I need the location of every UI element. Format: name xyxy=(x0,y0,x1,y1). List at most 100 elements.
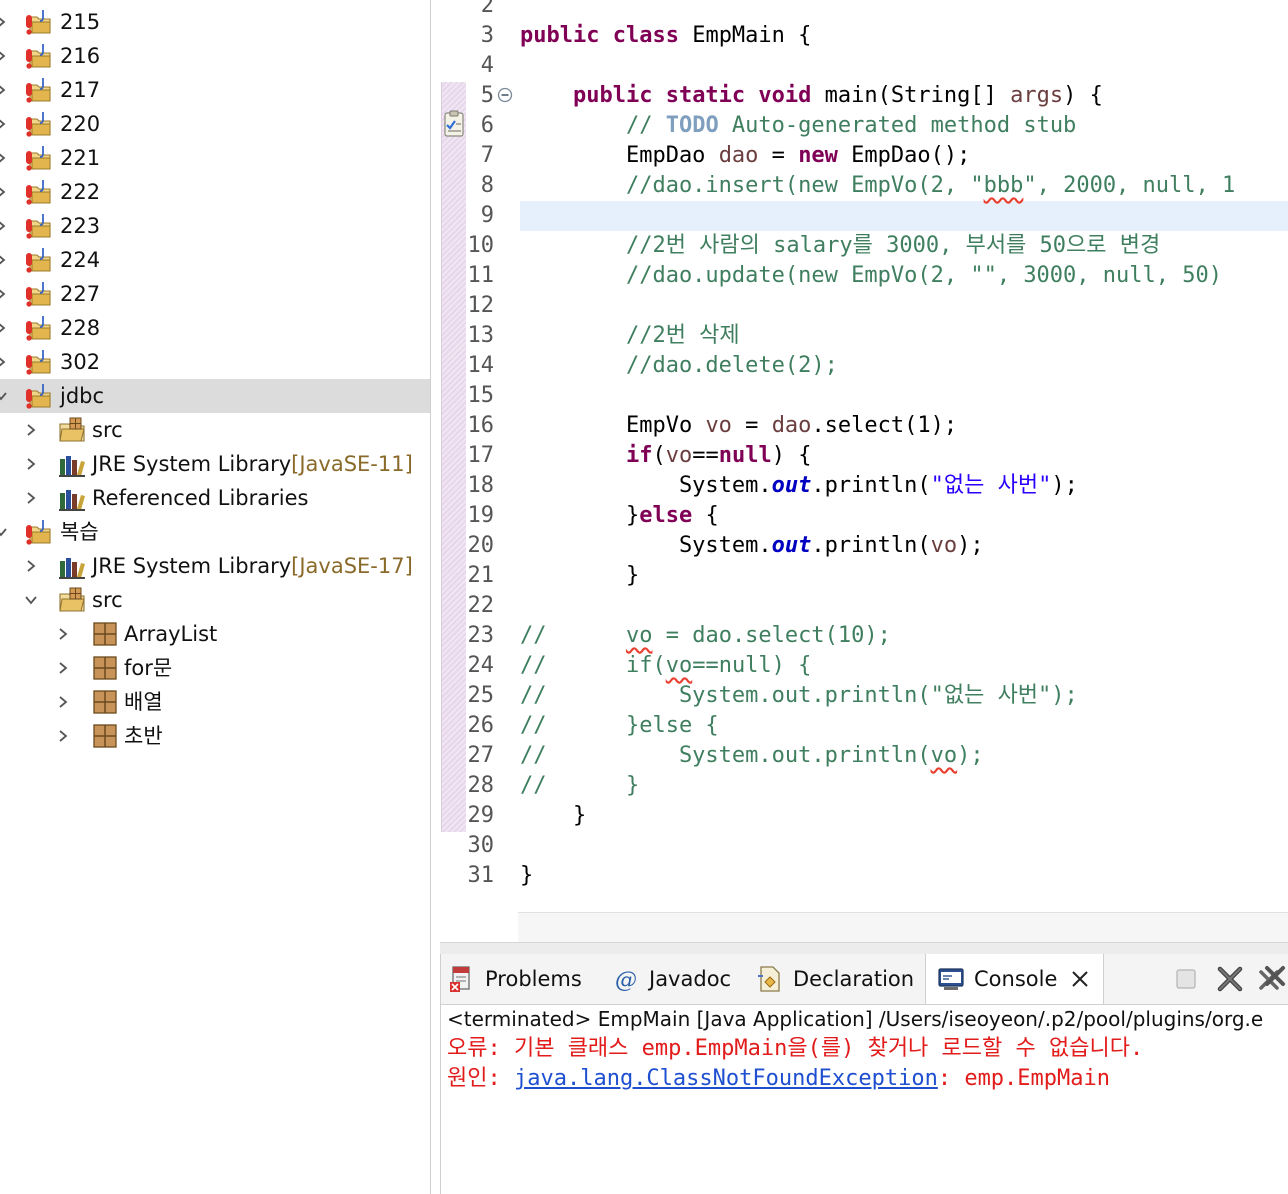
chevron-right-icon[interactable] xyxy=(56,695,70,709)
code-line[interactable]: public static void main(String[] args) { xyxy=(520,81,1103,111)
code-line[interactable]: // TODO Auto-generated method stub xyxy=(520,111,1076,141)
line-number: 22 xyxy=(467,593,495,618)
tree-item[interactable]: 217 xyxy=(0,73,430,107)
chevron-right-icon[interactable] xyxy=(0,49,8,63)
collapse-icon[interactable] xyxy=(497,87,513,103)
tree-item[interactable]: 223 xyxy=(0,209,430,243)
code-token: dao xyxy=(718,143,759,168)
tree-item[interactable]: 배열 xyxy=(0,685,430,719)
tree-item[interactable]: src xyxy=(0,413,430,447)
tree-item-label: 220 xyxy=(60,112,101,136)
line-number: 2 xyxy=(480,0,494,18)
explorer-divider[interactable] xyxy=(430,0,431,1194)
tree-item[interactable]: src xyxy=(0,583,430,617)
tab-console[interactable]: Console xyxy=(925,954,1105,1004)
code-line[interactable]: } xyxy=(520,801,586,831)
tree-item[interactable]: 227 xyxy=(0,277,430,311)
tree-item[interactable]: 221 xyxy=(0,141,430,175)
line-number: 31 xyxy=(467,863,495,888)
code-line[interactable]: public class EmpMain { xyxy=(520,21,811,51)
code-token: == xyxy=(692,443,719,468)
tree-item[interactable]: 228 xyxy=(0,311,430,345)
chevron-right-icon[interactable] xyxy=(56,661,70,675)
chevron-right-icon[interactable] xyxy=(0,287,8,301)
chevron-right-icon[interactable] xyxy=(56,627,70,641)
remove-launch-button[interactable] xyxy=(1215,964,1245,994)
chevron-right-icon[interactable] xyxy=(0,253,8,267)
code-token: EmpDao xyxy=(520,143,719,168)
tree-item[interactable]: 220 xyxy=(0,107,430,141)
chevron-right-icon[interactable] xyxy=(0,219,8,233)
panel-tab-bar: Problems @ Javadoc Declaration Console xyxy=(441,954,1288,1005)
tree-item[interactable]: 222 xyxy=(0,175,430,209)
code-token: else xyxy=(639,503,693,528)
chevron-right-icon[interactable] xyxy=(24,423,38,437)
tree-item[interactable]: jdbc xyxy=(0,379,430,413)
code-line[interactable]: //2번 사람의 salary를 3000, 부서를 50으로 변경 xyxy=(520,231,1160,261)
tab-javadoc[interactable]: @ Javadoc xyxy=(611,954,731,1004)
code-line[interactable]: if(vo==null) { xyxy=(520,441,811,471)
remove-all-button[interactable] xyxy=(1257,964,1287,994)
java-project-error-icon xyxy=(24,143,54,173)
tree-item[interactable]: 215 xyxy=(0,5,430,39)
chevron-right-icon[interactable] xyxy=(24,559,38,573)
code-line[interactable]: System.out.println(vo); xyxy=(520,531,984,561)
tree-item[interactable]: 302 xyxy=(0,345,430,379)
code-editor[interactable]: 2 3 public class EmpMain {4 5 public static… xyxy=(440,0,1288,942)
code-line[interactable]: //dao.insert(new EmpVo(2, "bbb", 2000, n… xyxy=(520,171,1235,201)
code-line[interactable]: //2번 삭제 xyxy=(520,321,740,351)
chevron-right-icon[interactable] xyxy=(0,15,8,29)
tree-item[interactable]: 224 xyxy=(0,243,430,277)
task-marker-icon[interactable] xyxy=(442,110,466,138)
chevron-right-icon[interactable] xyxy=(0,355,8,369)
code-line[interactable]: // System.out.println("없는 사번"); xyxy=(520,681,1078,711)
chevron-down-icon[interactable] xyxy=(0,525,8,539)
java-project-error-icon xyxy=(24,41,54,71)
code-line[interactable]: // vo = dao.select(10); xyxy=(520,621,891,651)
code-line[interactable]: // System.out.println(vo); xyxy=(520,741,984,771)
code-line[interactable]: EmpVo vo = dao.select(1); xyxy=(520,411,957,441)
svg-text:@: @ xyxy=(615,968,637,993)
code-line[interactable]: }else { xyxy=(520,501,719,531)
code-token: if xyxy=(625,443,653,468)
tree-item[interactable]: 복습 xyxy=(0,515,430,549)
close-icon[interactable] xyxy=(1069,968,1091,990)
exception-link[interactable]: java.lang.ClassNotFoundException xyxy=(514,1066,938,1091)
line-number: 28 xyxy=(467,773,495,798)
chevron-right-icon[interactable] xyxy=(24,491,38,505)
chevron-down-icon[interactable] xyxy=(0,389,8,403)
chevron-right-icon[interactable] xyxy=(0,321,8,335)
code-line[interactable]: EmpDao dao = new EmpDao(); xyxy=(520,141,970,171)
tree-item[interactable]: ArrayList xyxy=(0,617,430,651)
tree-item[interactable]: JRE System Library[JavaSE-17] xyxy=(0,549,430,583)
code-line[interactable]: // } xyxy=(520,771,639,801)
tree-item[interactable]: JRE System Library[JavaSE-11] xyxy=(0,447,430,481)
tree-item[interactable]: 초반 xyxy=(0,719,430,753)
code-line[interactable]: // }else { xyxy=(520,711,719,741)
chevron-right-icon[interactable] xyxy=(56,729,70,743)
terminate-button[interactable] xyxy=(1171,964,1201,994)
line-number: 15 xyxy=(467,383,495,408)
tab-declaration[interactable]: Declaration xyxy=(755,954,914,1004)
code-line[interactable]: System.out.println("없는 사번"); xyxy=(520,471,1078,501)
tree-item[interactable]: for문 xyxy=(0,651,430,685)
code-token: EmpVo xyxy=(520,413,706,438)
horizontal-scrollbar[interactable] xyxy=(518,912,1288,942)
code-line[interactable]: // if(vo==null) { xyxy=(520,651,811,681)
chevron-right-icon[interactable] xyxy=(0,117,8,131)
chevron-down-icon[interactable] xyxy=(24,593,38,607)
code-line[interactable]: //dao.update(new EmpVo(2, "", 3000, null… xyxy=(520,261,1222,291)
remove-all-icon xyxy=(1259,966,1285,990)
tab-problems[interactable]: Problems xyxy=(447,954,582,1004)
tree-item[interactable]: Referenced Libraries xyxy=(0,481,430,515)
code-line[interactable]: } xyxy=(520,861,533,891)
chevron-right-icon[interactable] xyxy=(0,151,8,165)
line-number: 17 xyxy=(467,443,495,468)
chevron-right-icon[interactable] xyxy=(0,83,8,97)
chevron-right-icon[interactable] xyxy=(24,457,38,471)
code-token: EmpMain { xyxy=(678,23,812,48)
code-line[interactable]: //dao.delete(2); xyxy=(520,351,838,381)
code-line[interactable]: } xyxy=(520,561,639,591)
chevron-right-icon[interactable] xyxy=(0,185,8,199)
tree-item[interactable]: 216 xyxy=(0,39,430,73)
